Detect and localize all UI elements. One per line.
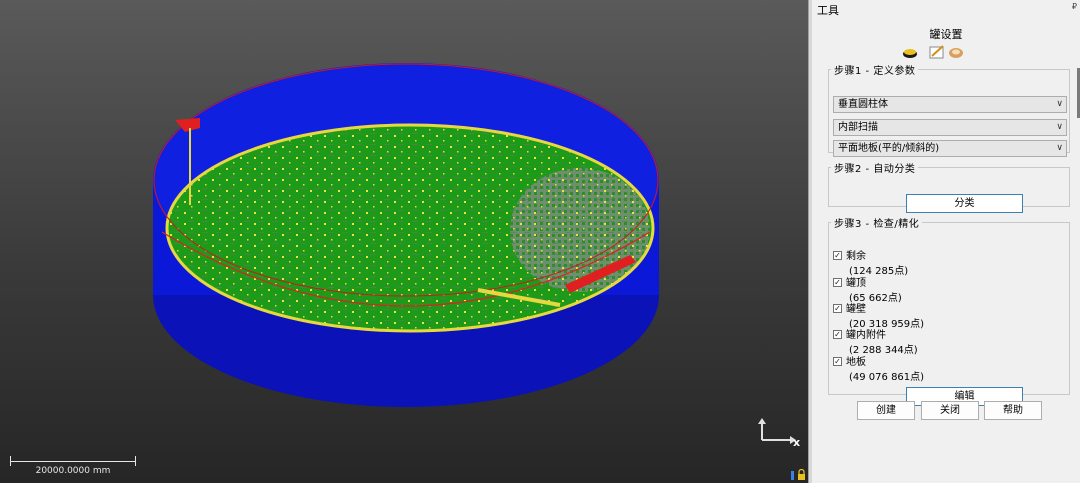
checkbox-label: 罐内附件: [846, 330, 886, 341]
checkbox-label: 剩余: [846, 251, 866, 262]
tank-icon[interactable]: [902, 44, 918, 60]
tank-point-cloud[interactable]: [0, 0, 808, 483]
step3-legend: 步骤3 - 检查/精化: [834, 219, 920, 230]
scan-type-value: 内部扫描: [838, 122, 878, 133]
checkbox-icon[interactable]: ✓: [833, 303, 842, 313]
tank-settings-icon[interactable]: [948, 44, 964, 60]
point-count: (124 285点): [849, 266, 909, 277]
tool-panel: 工具 ₽ 罐设置 步骤1 - 定义参数 垂直圆柱体 ∨ 内部扫描 ∨ 平面地板(…: [812, 0, 1080, 483]
floor-type-value: 平面地板(平的/倾斜的): [838, 143, 940, 154]
step2-group: 步骤2 - 自动分类 分类: [828, 160, 1070, 213]
tank-type-value: 垂直圆柱体: [838, 99, 888, 110]
point-count: (2 288 344点): [849, 345, 918, 356]
point-count: (20 318 959点): [849, 319, 925, 330]
floor-type-select[interactable]: 平面地板(平的/倾斜的) ∨: [833, 140, 1067, 157]
step3-group: 步骤3 - 检查/精化 ✓ 剩余 (124 285点) ✓ 罐顶 (65 662点)…: [828, 215, 1070, 406]
help-button[interactable]: 帮助: [984, 401, 1042, 420]
panel-title: 工具: [817, 4, 839, 17]
step2-legend: 步骤2 - 自动分类: [834, 164, 916, 175]
checkbox-icon[interactable]: ✓: [833, 356, 842, 366]
checkbox-icon[interactable]: ✓: [833, 277, 842, 287]
checkbox-label: 地板: [846, 357, 866, 368]
chevron-down-icon: ∨: [1056, 99, 1063, 109]
chevron-down-icon: ∨: [1056, 143, 1063, 153]
pin-icon[interactable]: ₽: [1072, 2, 1077, 11]
3d-viewport[interactable]: 20000.0000 mm x: [0, 0, 808, 483]
point-count: (65 662点): [849, 293, 902, 304]
checkbox-icon[interactable]: ✓: [833, 329, 842, 339]
point-count: (49 076 861点): [849, 372, 925, 383]
checkbox-icon[interactable]: ✓: [833, 250, 842, 260]
create-button[interactable]: 创建: [857, 401, 915, 420]
close-button[interactable]: 关闭: [921, 401, 979, 420]
dialog-title: 罐设置: [929, 28, 963, 41]
classify-button[interactable]: 分类: [906, 194, 1023, 213]
scale-label: 20000.0000 mm: [35, 466, 111, 476]
checkbox-label: 罐顶: [846, 278, 866, 289]
scan-type-select[interactable]: 内部扫描 ∨: [833, 119, 1067, 136]
chevron-down-icon: ∨: [1056, 122, 1063, 132]
tank-type-select[interactable]: 垂直圆柱体 ∨: [833, 96, 1067, 113]
edit-icon[interactable]: [929, 44, 945, 60]
checkbox-label: 罐壁: [846, 304, 866, 315]
step1-group: 步骤1 - 定义参数 垂直圆柱体 ∨ 内部扫描 ∨ 平面地板(平的/倾斜的) ∨: [828, 62, 1070, 157]
axis-x-label: x: [793, 436, 801, 449]
lock-icon[interactable]: [790, 469, 806, 481]
step1-legend: 步骤1 - 定义参数: [834, 66, 916, 77]
